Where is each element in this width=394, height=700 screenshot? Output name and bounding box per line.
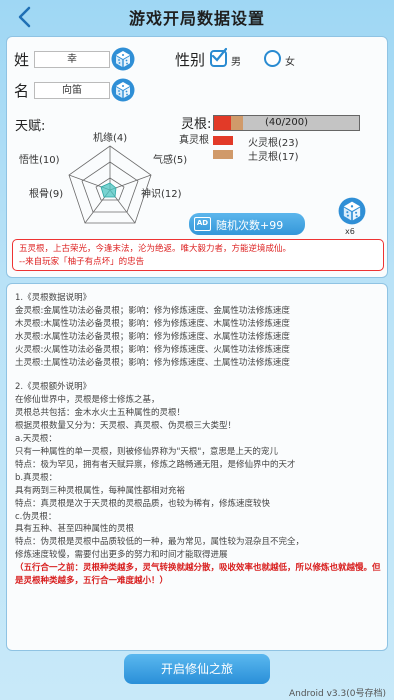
- info-line: 修炼速度较慢，需要付出更多的努力和时间才能取得进展: [15, 550, 228, 561]
- info-line: 水灵根:水属性功法必备灵根；影响：修为修炼速度、水属性功法修炼速度: [15, 331, 290, 342]
- ad-icon: AD: [194, 217, 211, 231]
- spirit-root-progress-bar: (40/200): [213, 115, 360, 131]
- talent-jiyuan: 机缘(4): [93, 133, 128, 144]
- info-line: 具有五种、甚至四种属性的灵根: [15, 524, 135, 535]
- info-line: 1.《灵根数据说明》: [15, 293, 92, 303]
- info-text: 1.《灵根数据说明》金灵根:金属性功法必备灵根；影响：修为修炼速度、金属性功法修…: [15, 292, 383, 588]
- fire-root-label: 火灵根(23): [248, 138, 299, 149]
- quote-line-2: --来自玩家「柚子有点坏」的忠告: [19, 257, 145, 267]
- info-line: 只有一种属性的单一灵根，则被修仙界称为"天根"，意思是上天的宠儿: [15, 446, 278, 457]
- gender-female-radio[interactable]: [264, 50, 281, 67]
- settings-panel: 姓 幸 性别 男 女 名 向笛 天赋: 机缘(4) 气感(5) 神识(12) 根…: [6, 36, 388, 278]
- reroll-dice-icon[interactable]: [338, 197, 366, 225]
- talent-wuxing: 悟性(10): [19, 155, 60, 166]
- talent-shenshi: 神识(12): [141, 189, 182, 200]
- gender-male-label: 男: [231, 57, 241, 68]
- dice-count: x6: [345, 227, 355, 236]
- gender-male-checkbox[interactable]: [210, 47, 227, 67]
- info-line: 土灵根:土属性功法必备灵根；影响：修为修炼速度、土属性功法修炼速度: [15, 357, 290, 368]
- info-line: 2.《灵根额外说明》: [15, 382, 92, 393]
- gender-female-label: 女: [285, 57, 295, 68]
- info-line: 灵根总共包括：金木水火土五种属性的灵根！: [15, 408, 186, 419]
- info-line: 特点：极为罕见，拥有者天赋异禀，修炼之路畅通无阻，是修仙界中的天才: [15, 459, 296, 470]
- spirit-root-label: 灵根:: [181, 117, 212, 132]
- checkmark-icon: [211, 47, 227, 62]
- random-surname-dice-icon[interactable]: [111, 47, 135, 71]
- random-given-name-dice-icon[interactable]: [111, 78, 135, 102]
- info-line: 火灵根:火属性功法必备灵根；影响：修为修炼速度、火属性功法修炼速度: [15, 344, 290, 355]
- info-line: 特点：伪灵根是灵根中品质较低的一种，最为常见，属性较为混杂且不完全，: [15, 537, 305, 548]
- info-line: 木灵根:木属性功法必备灵根；影响：修为修炼速度、木属性功法修炼速度: [15, 318, 290, 329]
- page-title: 游戏开局数据设置: [128, 9, 265, 28]
- random-times-label: 随机次数+99: [216, 219, 284, 232]
- surname-label: 姓: [14, 51, 30, 69]
- given-name-input[interactable]: 向笛: [34, 82, 110, 99]
- info-line: 金灵根:金属性功法必备灵根；影响：修为修炼速度、金属性功法修炼速度: [15, 305, 290, 316]
- fire-root-swatch: [213, 136, 233, 145]
- talent-gengu: 根骨(9): [29, 189, 64, 200]
- talent-label: 天赋:: [15, 119, 46, 134]
- info-line: 具有两到三种灵根属性，每种属性都相对充裕: [15, 485, 186, 496]
- info-line: 特点：真灵根是次于天灵根的灵根品质，也较为稀有，修炼速度较快: [15, 498, 271, 509]
- earth-root-label: 土灵根(17): [248, 152, 299, 163]
- info-line: 根据灵根数量又分为：天灵根、真灵根、伪灵根三大类型！: [15, 421, 237, 432]
- header: 游戏开局数据设置: [0, 0, 394, 34]
- quote-box: 五灵根，上古荣光，今逢末法，沦为绝返。唯大毅力者，方能逆境成仙。 --来自玩家「…: [12, 239, 384, 271]
- version-label: Android v3.3(0号存档): [288, 689, 386, 699]
- info-panel[interactable]: 1.《灵根数据说明》金灵根:金属性功法必备灵根；影响：修为修炼速度、金属性功法修…: [6, 283, 388, 651]
- talent-ganzhi: 气感(5): [153, 155, 188, 166]
- info-line: 在修仙世界中，灵根是修士修炼之基，: [15, 395, 160, 406]
- spirit-root-type: 真灵根: [179, 135, 209, 146]
- surname-input[interactable]: 幸: [34, 51, 110, 68]
- quote-line-1: 五灵根，上古荣光，今逢末法，沦为绝返。唯大毅力者，方能逆境成仙。: [19, 244, 292, 254]
- spirit-root-progress-text: (40/200): [265, 117, 308, 128]
- info-line: a.天灵根：: [15, 434, 57, 445]
- earth-root-swatch: [213, 150, 233, 159]
- info-line: c.伪灵根：: [15, 511, 57, 522]
- random-times-ad-button[interactable]: AD 随机次数+99: [189, 213, 305, 235]
- start-journey-button[interactable]: 开启修仙之旅: [124, 654, 270, 684]
- info-line: b.真灵根：: [15, 472, 58, 483]
- given-name-label: 名: [14, 82, 30, 100]
- info-warning: （五行合一之前：灵根种类越多，灵气转换就越分散，吸收效率也就越低，所以修炼也就越…: [15, 563, 381, 587]
- gender-label: 性别: [175, 51, 206, 69]
